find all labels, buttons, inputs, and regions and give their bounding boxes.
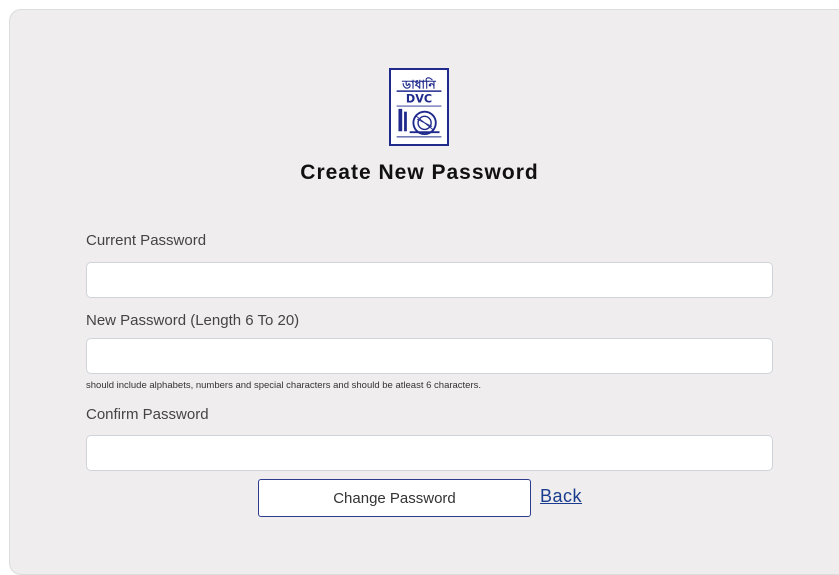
confirm-password-label: Confirm Password bbox=[86, 406, 209, 423]
new-password-label: New Password (Length 6 To 20) bbox=[86, 312, 300, 329]
change-password-button[interactable]: Change Password bbox=[258, 479, 531, 517]
dvc-logo-graphic: ডাধানি DVC bbox=[396, 76, 442, 138]
password-requirements-hint: should include alphabets, numbers and sp… bbox=[86, 380, 482, 391]
page-title: Create New Password bbox=[300, 161, 539, 184]
back-link[interactable]: Back bbox=[540, 486, 582, 507]
current-password-label: Current Password bbox=[86, 232, 207, 249]
dvc-logo: ডাধানি DVC bbox=[389, 68, 449, 146]
current-password-input[interactable] bbox=[86, 262, 773, 298]
confirm-password-input[interactable] bbox=[86, 435, 773, 471]
logo-script-text: ডাধানি bbox=[401, 76, 436, 91]
new-password-input[interactable] bbox=[86, 338, 773, 374]
logo-dvc-text: DVC bbox=[406, 92, 432, 105]
